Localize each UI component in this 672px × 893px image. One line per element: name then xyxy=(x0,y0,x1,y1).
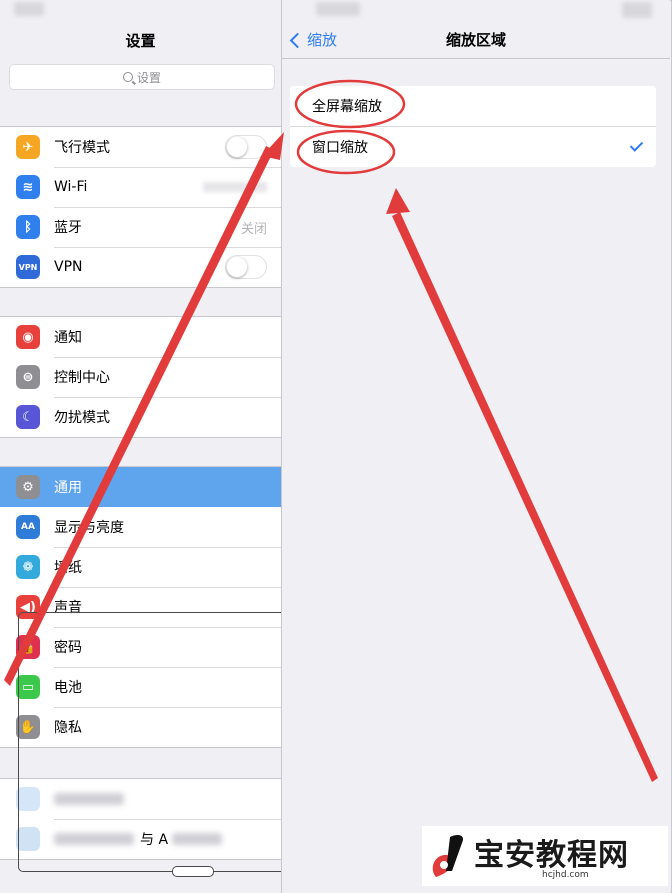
status-bar-blur-time xyxy=(316,2,360,16)
home-indicator xyxy=(172,866,214,877)
sidebar-title: 设置 xyxy=(125,32,156,50)
sidebar-item[interactable]: ⊜ 控制中心 xyxy=(0,357,281,397)
control-center-icon: ⊜ xyxy=(16,365,40,389)
do-not-disturb-icon: ☾ xyxy=(16,405,40,429)
settings-group-1: ✈ 飞行模式 ≋ Wi-Fi ᛒ 蓝牙 关闭 VPN VPN xyxy=(0,126,281,288)
page-title: 缩放区域 xyxy=(445,31,506,49)
wallpaper-icon: ❁ xyxy=(16,555,40,579)
detail-value: 关闭 xyxy=(240,221,267,237)
sidebar-item[interactable]: ◉ 通知 xyxy=(0,317,281,357)
sidebar-item[interactable]: AA 显示与亮度 xyxy=(0,507,281,547)
device-outline xyxy=(18,612,281,872)
zoom-region-pane: 缩放 缩放区域 全屏幕缩放 窗口缩放 xyxy=(282,0,670,893)
checkmark-icon xyxy=(629,138,644,152)
sidebar-item[interactable]: ❁ 墙纸 xyxy=(0,547,281,587)
sidebar-item-label: 墙纸 xyxy=(54,560,82,576)
sidebar-item-label: 勿扰模式 xyxy=(54,410,110,426)
sidebar-item[interactable]: ⚙ 通用 xyxy=(0,467,281,507)
status-bar-blur-battery xyxy=(622,2,652,18)
sidebar-item-label: 通知 xyxy=(54,330,82,346)
wifi-icon: ≋ xyxy=(16,175,40,199)
notifications-icon: ◉ xyxy=(16,325,40,349)
bluetooth-icon: ᛒ xyxy=(16,215,40,239)
sidebar-item[interactable]: ☾ 勿扰模式 xyxy=(0,397,281,437)
search-field[interactable]: 设置 xyxy=(9,64,275,90)
sidebar-item-label: VPN xyxy=(54,259,83,275)
zoom-options-list: 全屏幕缩放 窗口缩放 xyxy=(290,86,656,167)
status-bar-blur xyxy=(14,2,44,16)
sidebar-item[interactable]: ᛒ 蓝牙 关闭 xyxy=(0,207,281,247)
sidebar-item-label: 蓝牙 xyxy=(54,220,82,236)
option-fullscreen-zoom[interactable]: 全屏幕缩放 xyxy=(290,86,656,126)
toggle-switch[interactable] xyxy=(225,135,267,159)
sidebar-item[interactable]: ✈ 飞行模式 xyxy=(0,127,281,167)
option-label: 窗口缩放 xyxy=(312,140,368,156)
sidebar-item-label: 通用 xyxy=(54,480,82,496)
display-brightness-icon: AA xyxy=(16,515,40,539)
blurred-network-name xyxy=(203,182,267,192)
toggle-switch[interactable] xyxy=(225,255,267,279)
search-icon xyxy=(122,72,133,82)
general-gear-icon: ⚙ xyxy=(16,475,40,499)
sidebar-item-label: 显示与亮度 xyxy=(54,520,124,536)
watermark-logo xyxy=(428,831,474,881)
settings-sidebar: 设置 设置 ✈ 飞行模式 ≋ Wi-Fi ᛒ 蓝牙 关闭 VPN VPN ◉ 通知 ⊜ 控制中心 ☾ 勿扰模… xyxy=(0,0,282,893)
watermark: 宝安教程网 hcjhd.com xyxy=(422,826,668,886)
search-placeholder: 设置 xyxy=(136,70,161,85)
sidebar-item-label: 飞行模式 xyxy=(54,140,110,156)
sidebar-item-label: 控制中心 xyxy=(54,370,110,386)
settings-group-2: ◉ 通知 ⊜ 控制中心 ☾ 勿扰模式 xyxy=(0,316,281,438)
watermark-brand: 宝安教程网 xyxy=(474,838,629,873)
sidebar-item[interactable]: VPN VPN xyxy=(0,247,281,287)
option-label: 全屏幕缩放 xyxy=(312,99,382,115)
sidebar-item-label: Wi-Fi xyxy=(54,179,88,195)
watermark-url: hcjhd.com xyxy=(542,870,589,880)
airplane-icon: ✈ xyxy=(16,135,40,159)
nav-divider xyxy=(282,58,670,59)
sidebar-item[interactable]: ≋ Wi-Fi xyxy=(0,167,281,207)
option-window-zoom[interactable]: 窗口缩放 xyxy=(290,126,656,167)
vpn-icon: VPN xyxy=(16,255,40,279)
